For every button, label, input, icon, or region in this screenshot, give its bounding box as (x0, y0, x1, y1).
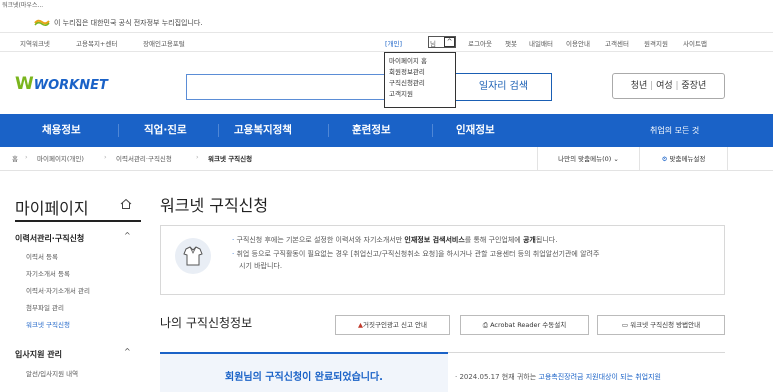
gnb-divider (218, 124, 219, 137)
sidebar-item-intro-register[interactable]: 자기소개서 등록 (26, 268, 70, 278)
age-women-link[interactable]: 여성 (656, 81, 673, 91)
gnb-divider (118, 124, 119, 137)
breadcrumb-home[interactable]: 홈 (12, 153, 18, 163)
dropdown-item-mypage-home[interactable]: 마이페이지 홈 (389, 56, 451, 67)
chevron-right-icon: › (196, 153, 199, 161)
menu-settings-label: 맞춤메뉴설정 (669, 155, 706, 163)
sidebar-item-job-apply[interactable]: 워크넷 구직신청 (26, 319, 70, 329)
gnb-divider (432, 124, 433, 137)
breadcrumb-current: 워크넷 구직신청 (208, 155, 253, 163)
shirt-icon (175, 238, 211, 274)
gnb-divider (328, 124, 329, 137)
chevron-right-icon: › (104, 153, 107, 161)
sidebar-group-resume[interactable]: 이력서관리·구직신청 (15, 233, 84, 244)
document-icon: ▭ (621, 321, 629, 329)
chevron-up-icon[interactable]: ^ (124, 347, 131, 356)
util-link-sitemap[interactable]: 사이트맵 (683, 38, 707, 48)
sidebar-item-attachments[interactable]: 첨부파일 관리 (26, 302, 64, 312)
my-menu-label: 나만의 맞춤메뉴(0) (558, 155, 612, 163)
gnb-welfare[interactable]: 고용복지정책 (234, 114, 292, 147)
notice-1-mid: 를 통해 구인업체에 (464, 236, 523, 244)
acrobat-install-button[interactable]: ⎙ Acrobat Reader 수동설치 (460, 315, 589, 335)
page-title: 워크넷 구직신청 (160, 196, 269, 215)
gear-icon: ⚙ (661, 155, 668, 163)
chevron-right-icon: › (25, 153, 28, 161)
breadcrumb-resume[interactable]: 이력서관리·구직신청 (116, 153, 172, 163)
notice-1-text: 구직신청 후에는 기본으로 설정한 이력서와 자기소개서만 (236, 236, 405, 244)
user-type-label: [개인] (385, 40, 403, 48)
sidebar-group-application[interactable]: 입사지원 관리 (15, 349, 62, 360)
gnb-talent[interactable]: 인재정보 (456, 114, 495, 147)
age-middle-link[interactable]: 중장년 (681, 81, 706, 91)
completion-message: 회원님의 구직신청이 완료되었습니다. (225, 372, 383, 383)
util-link-remote[interactable]: 원격지원 (644, 38, 668, 48)
dropdown-item-member-info[interactable]: 회원정보관리 (389, 67, 451, 78)
gnb-all-about-jobs[interactable]: 취업의 모든 것 (650, 114, 699, 147)
util-link-disabled[interactable]: 장애인고용포털 (143, 38, 185, 48)
sidebar-divider (15, 220, 141, 222)
breadcrumb-mypage[interactable]: 마이페이지(개인) (37, 153, 84, 163)
sidebar-item-resume-manage[interactable]: 이력서·자기소개서 관리 (26, 285, 90, 295)
gnb-career[interactable]: 직업·진로 (144, 114, 187, 147)
apply-guide-label: 워크넷 구직신청 방법안내 (630, 321, 701, 329)
util-link-guide[interactable]: 이용안내 (566, 38, 590, 48)
gnb-recruit[interactable]: 채용정보 (42, 114, 81, 147)
sidebar-title: 마이페이지 (15, 199, 89, 218)
util-link-logout[interactable]: 로그아웃 (468, 38, 492, 48)
notice-1-bold: 인재정보 검색서비스 (404, 236, 465, 244)
chevron-up-icon[interactable]: ^ (444, 37, 455, 47)
false-ad-report-button[interactable]: ▲거짓구인광고 신고 안내 (335, 315, 450, 335)
age-youth-link[interactable]: 청년 (631, 81, 648, 91)
chevron-up-icon[interactable]: ^ (124, 231, 131, 240)
notice-line-2b: 시기 바랍니다. (239, 262, 283, 270)
menu-settings-button[interactable]: ⚙ 맞춤메뉴설정 (640, 147, 728, 171)
logo-text: WORKNET (33, 78, 108, 93)
my-menu-button[interactable]: 나만의 맞춤메뉴(0) ⌄ (537, 147, 640, 171)
gov-banner-text: 이 누리집은 대한민국 공식 전자정부 누리집입니다. (54, 19, 203, 27)
status-note-highlight: 고용촉진장려금 지원대상이 되는 취업지원 (538, 373, 662, 381)
worknet-logo[interactable]: WWORKNET (15, 74, 108, 94)
age-group-selector: 청년 | 여성 | 중장년 (612, 73, 725, 99)
notice-line-1: · 구직신청 후에는 기본으로 설정한 이력서와 자기소개서만 인재정보 검색서… (232, 236, 558, 244)
window-title: 워크넷(마우스... (2, 2, 44, 9)
status-note: · 2024.05.17 현재 귀하는 고용촉진장려금 지원대상이 되는 취업지… (455, 372, 661, 382)
gov-emblem-icon (34, 19, 50, 27)
mypage-dropdown-menu: 마이페이지 홈 회원정보관리 구직신청관리 고객지원 (384, 52, 456, 108)
sidebar-item-application-history[interactable]: 알선/입사지원 내역 (26, 368, 78, 378)
status-note-text: · 2024.05.17 현재 귀하는 (455, 373, 539, 381)
util-link-card[interactable]: 내일배터 (529, 38, 553, 48)
acrobat-install-label: Acrobat Reader 수동설치 (490, 321, 567, 329)
gnb-training[interactable]: 훈련정보 (352, 114, 391, 147)
job-search-button[interactable]: 일자리 검색 (455, 73, 552, 101)
dropdown-item-support[interactable]: 고객지원 (389, 89, 451, 100)
util-link-chatbot[interactable]: 챗봇 (505, 38, 517, 48)
apply-guide-button[interactable]: ▭ 워크넷 구직신청 방법안내 (597, 315, 725, 335)
printer-icon: ⎙ (482, 321, 488, 329)
notice-2-text: 취업 등으로 구직활동이 필요없는 경우 [취업신고/구직신청취소 요청]을 하… (236, 250, 600, 258)
home-icon[interactable] (120, 198, 132, 210)
false-ad-report-label: 거짓구인광고 신고 안내 (363, 321, 427, 329)
notice-1-bold2: 공개 (522, 236, 536, 244)
util-link-local[interactable]: 지역워크넷 (20, 38, 50, 48)
chevron-down-icon: ⌄ (613, 155, 619, 163)
sidebar-item-resume-register[interactable]: 이력서 등록 (26, 251, 58, 261)
notice-1-post: 됩니다. (535, 236, 558, 244)
util-link-customer[interactable]: 고객센터 (605, 38, 629, 48)
section-title: 나의 구직신청정보 (160, 316, 253, 330)
dropdown-item-job-apply[interactable]: 구직신청관리 (389, 78, 451, 89)
util-link-jobcenter[interactable]: 고용복지+센터 (76, 38, 117, 48)
notice-line-2: · 취업 등으로 구직활동이 필요없는 경우 [취업신고/구직신청취소 요청]을… (232, 250, 600, 258)
